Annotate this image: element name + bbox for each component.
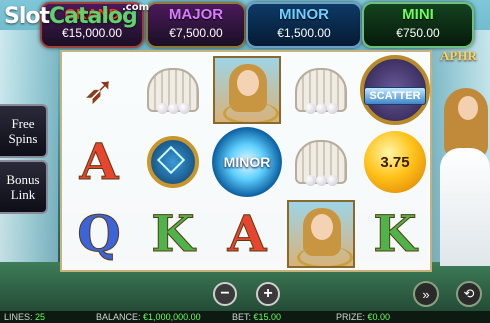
symbol-q: Q [77, 204, 122, 263]
minor-orb-icon: MINOR [212, 127, 282, 197]
mini-jackpot: MINI €750.00 [362, 2, 474, 48]
reel-4-symbol-2 [284, 126, 358, 198]
goddess-portrait-icon [287, 200, 355, 268]
symbol-a: A [79, 132, 119, 191]
major-jackpot-value: €7,500.00 [169, 26, 223, 40]
scatter-label: SCATTER [364, 87, 426, 105]
reel-2-symbol-2 [136, 126, 210, 198]
lines-display: LINES: 25 [4, 311, 45, 323]
balance-value: €1,000,000.00 [143, 312, 201, 322]
reel-grid: ➶ SCATTER A MINOR 3.75 Q K A K [60, 50, 432, 272]
reel-5-symbol-3: K [358, 198, 432, 270]
lines-value: 25 [35, 312, 46, 322]
major-jackpot: MAJOR €7,500.00 [146, 2, 246, 48]
reel-2-symbol-3: K [136, 198, 210, 270]
prize-display: PRIZE: €0.00 [336, 311, 390, 323]
reel-3-symbol-3: A [210, 198, 284, 270]
bet-increase-button[interactable]: + [256, 282, 280, 306]
symbol-a: A [227, 204, 267, 263]
game-title-fragment: APHR [440, 48, 477, 63]
bet-value: €15.00 [253, 312, 282, 322]
compass-icon [147, 136, 199, 188]
minor-jackpot-title: MINOR [279, 6, 329, 23]
status-bar: LINES: 25 BALANCE: €1,000,000.00 BET: €1… [0, 311, 490, 323]
minor-jackpot: MINOR €1,500.00 [246, 2, 362, 48]
spin-button[interactable]: » [413, 281, 439, 307]
reel-1-symbol-2: A [62, 126, 136, 198]
shell-icon [147, 68, 199, 114]
slotcatalog-logo: SlotCatalog .com [4, 2, 149, 29]
bet-decrease-button[interactable]: − [213, 282, 237, 306]
bet-label: BET: [232, 312, 252, 322]
shell-icon [295, 68, 347, 114]
autoplay-button[interactable]: ⟲ [456, 281, 482, 307]
balance-label: BALANCE: [96, 312, 141, 322]
reel-1-symbol-1: ➶ [62, 54, 136, 126]
bonus-link-button[interactable]: Bonus Link [0, 160, 48, 214]
logo-dotcom-text: .com [122, 2, 150, 13]
goddess-portrait-icon [213, 56, 281, 124]
reel-2-symbol-1 [136, 54, 210, 126]
mini-jackpot-value: €750.00 [396, 26, 440, 40]
prize-label: PRIZE: [336, 312, 366, 322]
coin-icon: 3.75 [364, 131, 426, 193]
reel-4-symbol-3 [284, 198, 358, 270]
reel-5-symbol-2: 3.75 [358, 126, 432, 198]
reel-4-symbol-1 [284, 54, 358, 126]
balance-display: BALANCE: €1,000,000.00 [96, 311, 201, 323]
scatter-icon: SCATTER [360, 55, 430, 125]
coin-value: 3.75 [380, 153, 410, 171]
reel-5-symbol-1: SCATTER [358, 54, 432, 126]
mini-jackpot-title: MINI [402, 6, 434, 23]
reel-3-symbol-1 [210, 54, 284, 126]
lines-label: LINES: [4, 312, 33, 322]
logo-slot-text: Slot [4, 4, 50, 29]
prize-value: €0.00 [367, 312, 391, 322]
goddess-character [436, 78, 490, 266]
bet-display: BET: €15.00 [232, 311, 281, 323]
symbol-k: K [151, 204, 195, 263]
bow-and-arrow-icon: ➶ [83, 69, 115, 112]
reel-3-symbol-2: MINOR [210, 126, 284, 198]
reel-1-symbol-3: Q [62, 198, 136, 270]
symbol-k: K [373, 204, 417, 263]
free-spins-button[interactable]: Free Spins [0, 104, 48, 158]
major-jackpot-title: MAJOR [168, 6, 224, 23]
shell-icon [295, 140, 347, 186]
minor-jackpot-value: €1,500.00 [277, 26, 331, 40]
minor-orb-label: MINOR [223, 154, 271, 170]
